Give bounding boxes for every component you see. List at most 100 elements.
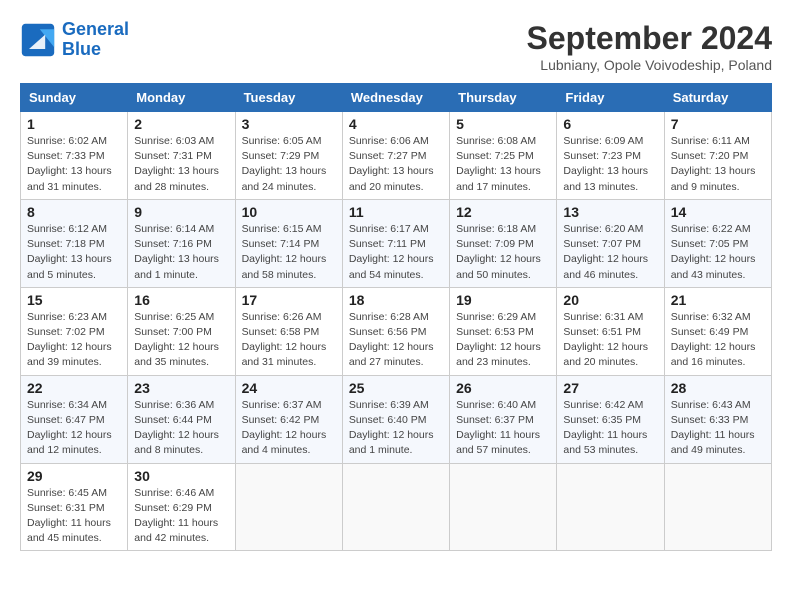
day-info: Sunrise: 6:17 AMSunset: 7:11 PMDaylight:… <box>349 222 443 283</box>
day-header-wednesday: Wednesday <box>342 84 449 112</box>
calendar-cell <box>450 463 557 551</box>
day-info: Sunrise: 6:46 AMSunset: 6:29 PMDaylight:… <box>134 486 228 547</box>
day-header-monday: Monday <box>128 84 235 112</box>
location-subtitle: Lubniany, Opole Voivodeship, Poland <box>527 57 772 73</box>
day-number: 5 <box>456 116 550 132</box>
calendar-week-5: 29 Sunrise: 6:45 AMSunset: 6:31 PMDayligh… <box>21 463 772 551</box>
calendar-cell: 24Sunrise: 6:37 AMSunset: 6:42 PMDayligh… <box>235 375 342 463</box>
calendar-cell: 13 Sunrise: 6:20 AMSunset: 7:07 PMDayligh… <box>557 199 664 287</box>
calendar-cell: 20Sunrise: 6:31 AMSunset: 6:51 PMDayligh… <box>557 287 664 375</box>
logo-icon <box>20 22 56 58</box>
day-info: Sunrise: 6:31 AMSunset: 6:51 PMDaylight:… <box>563 310 657 371</box>
calendar-week-4: 22 Sunrise: 6:34 AMSunset: 6:47 PMDayligh… <box>21 375 772 463</box>
calendar-cell: 19 Sunrise: 6:29 AMSunset: 6:53 PMDayligh… <box>450 287 557 375</box>
day-number: 11 <box>349 204 443 220</box>
day-number: 27 <box>563 380 657 396</box>
day-info: Sunrise: 6:36 AMSunset: 6:44 PMDaylight:… <box>134 398 228 459</box>
logo: General Blue <box>20 20 129 60</box>
day-number: 7 <box>671 116 765 132</box>
calendar-cell: 25 Sunrise: 6:39 AMSunset: 6:40 PMDayligh… <box>342 375 449 463</box>
day-info: Sunrise: 6:39 AMSunset: 6:40 PMDaylight:… <box>349 398 443 459</box>
day-info: Sunrise: 6:43 AMSunset: 6:33 PMDaylight:… <box>671 398 765 459</box>
day-info: Sunrise: 6:28 AMSunset: 6:56 PMDaylight:… <box>349 310 443 371</box>
day-header-tuesday: Tuesday <box>235 84 342 112</box>
calendar-cell: 16Sunrise: 6:25 AMSunset: 7:00 PMDayligh… <box>128 287 235 375</box>
calendar-week-1: 1 Sunrise: 6:02 AMSunset: 7:33 PMDaylight… <box>21 112 772 200</box>
day-info: Sunrise: 6:40 AMSunset: 6:37 PMDaylight:… <box>456 398 550 459</box>
day-number: 8 <box>27 204 121 220</box>
day-info: Sunrise: 6:29 AMSunset: 6:53 PMDaylight:… <box>456 310 550 371</box>
calendar-cell: 2 Sunrise: 6:03 AMSunset: 7:31 PMDaylight… <box>128 112 235 200</box>
day-number: 22 <box>27 380 121 396</box>
day-info: Sunrise: 6:08 AMSunset: 7:25 PMDaylight:… <box>456 134 550 195</box>
day-info: Sunrise: 6:06 AMSunset: 7:27 PMDaylight:… <box>349 134 443 195</box>
day-number: 26 <box>456 380 550 396</box>
day-info: Sunrise: 6:03 AMSunset: 7:31 PMDaylight:… <box>134 134 228 195</box>
calendar-cell: 3Sunrise: 6:05 AMSunset: 7:29 PMDaylight… <box>235 112 342 200</box>
calendar-cell: 14 Sunrise: 6:22 AMSunset: 7:05 PMDayligh… <box>664 199 771 287</box>
calendar-cell: 22 Sunrise: 6:34 AMSunset: 6:47 PMDayligh… <box>21 375 128 463</box>
day-info: Sunrise: 6:18 AMSunset: 7:09 PMDaylight:… <box>456 222 550 283</box>
day-number: 28 <box>671 380 765 396</box>
day-number: 19 <box>456 292 550 308</box>
title-area: September 2024 Lubniany, Opole Voivodesh… <box>527 20 772 73</box>
day-info: Sunrise: 6:37 AMSunset: 6:42 PMDaylight:… <box>242 398 336 459</box>
day-info: Sunrise: 6:45 AMSunset: 6:31 PMDaylight:… <box>27 486 121 547</box>
calendar-cell: 10Sunrise: 6:15 AMSunset: 7:14 PMDayligh… <box>235 199 342 287</box>
day-info: Sunrise: 6:23 AMSunset: 7:02 PMDaylight:… <box>27 310 121 371</box>
day-info: Sunrise: 6:14 AMSunset: 7:16 PMDaylight:… <box>134 222 228 283</box>
calendar-cell: 21 Sunrise: 6:32 AMSunset: 6:49 PMDayligh… <box>664 287 771 375</box>
day-number: 14 <box>671 204 765 220</box>
day-number: 4 <box>349 116 443 132</box>
day-number: 29 <box>27 468 121 484</box>
calendar-cell: 6 Sunrise: 6:09 AMSunset: 7:23 PMDaylight… <box>557 112 664 200</box>
day-header-friday: Friday <box>557 84 664 112</box>
header-row: SundayMondayTuesdayWednesdayThursdayFrid… <box>21 84 772 112</box>
day-info: Sunrise: 6:02 AMSunset: 7:33 PMDaylight:… <box>27 134 121 195</box>
day-header-sunday: Sunday <box>21 84 128 112</box>
day-info: Sunrise: 6:09 AMSunset: 7:23 PMDaylight:… <box>563 134 657 195</box>
day-number: 15 <box>27 292 121 308</box>
calendar-cell: 30Sunrise: 6:46 AMSunset: 6:29 PMDayligh… <box>128 463 235 551</box>
calendar-cell <box>557 463 664 551</box>
logo-line1: General <box>62 19 129 39</box>
day-info: Sunrise: 6:11 AMSunset: 7:20 PMDaylight:… <box>671 134 765 195</box>
calendar-cell: 17Sunrise: 6:26 AMSunset: 6:58 PMDayligh… <box>235 287 342 375</box>
day-info: Sunrise: 6:34 AMSunset: 6:47 PMDaylight:… <box>27 398 121 459</box>
day-number: 23 <box>134 380 228 396</box>
calendar-cell: 4 Sunrise: 6:06 AMSunset: 7:27 PMDaylight… <box>342 112 449 200</box>
day-number: 16 <box>134 292 228 308</box>
day-number: 6 <box>563 116 657 132</box>
day-number: 18 <box>349 292 443 308</box>
calendar: SundayMondayTuesdayWednesdayThursdayFrid… <box>20 83 772 551</box>
calendar-week-2: 8Sunrise: 6:12 AMSunset: 7:18 PMDaylight… <box>21 199 772 287</box>
calendar-cell <box>342 463 449 551</box>
calendar-header: SundayMondayTuesdayWednesdayThursdayFrid… <box>21 84 772 112</box>
day-number: 2 <box>134 116 228 132</box>
logo-text: General Blue <box>62 20 129 60</box>
calendar-cell: 8Sunrise: 6:12 AMSunset: 7:18 PMDaylight… <box>21 199 128 287</box>
day-info: Sunrise: 6:22 AMSunset: 7:05 PMDaylight:… <box>671 222 765 283</box>
calendar-cell: 27 Sunrise: 6:42 AMSunset: 6:35 PMDayligh… <box>557 375 664 463</box>
day-info: Sunrise: 6:42 AMSunset: 6:35 PMDaylight:… <box>563 398 657 459</box>
day-number: 1 <box>27 116 121 132</box>
calendar-cell: 9 Sunrise: 6:14 AMSunset: 7:16 PMDaylight… <box>128 199 235 287</box>
day-number: 9 <box>134 204 228 220</box>
day-number: 25 <box>349 380 443 396</box>
calendar-cell <box>664 463 771 551</box>
day-number: 21 <box>671 292 765 308</box>
day-info: Sunrise: 6:26 AMSunset: 6:58 PMDaylight:… <box>242 310 336 371</box>
calendar-cell: 18 Sunrise: 6:28 AMSunset: 6:56 PMDayligh… <box>342 287 449 375</box>
day-info: Sunrise: 6:32 AMSunset: 6:49 PMDaylight:… <box>671 310 765 371</box>
calendar-cell: 12Sunrise: 6:18 AMSunset: 7:09 PMDayligh… <box>450 199 557 287</box>
day-info: Sunrise: 6:20 AMSunset: 7:07 PMDaylight:… <box>563 222 657 283</box>
header: General Blue September 2024 Lubniany, Op… <box>20 20 772 73</box>
calendar-cell: 26 Sunrise: 6:40 AMSunset: 6:37 PMDayligh… <box>450 375 557 463</box>
day-number: 13 <box>563 204 657 220</box>
calendar-cell: 29 Sunrise: 6:45 AMSunset: 6:31 PMDayligh… <box>21 463 128 551</box>
calendar-cell: 5 Sunrise: 6:08 AMSunset: 7:25 PMDaylight… <box>450 112 557 200</box>
calendar-cell: 7 Sunrise: 6:11 AMSunset: 7:20 PMDaylight… <box>664 112 771 200</box>
month-title: September 2024 <box>527 20 772 57</box>
calendar-cell: 15 Sunrise: 6:23 AMSunset: 7:02 PMDayligh… <box>21 287 128 375</box>
logo-line2: Blue <box>62 39 101 59</box>
